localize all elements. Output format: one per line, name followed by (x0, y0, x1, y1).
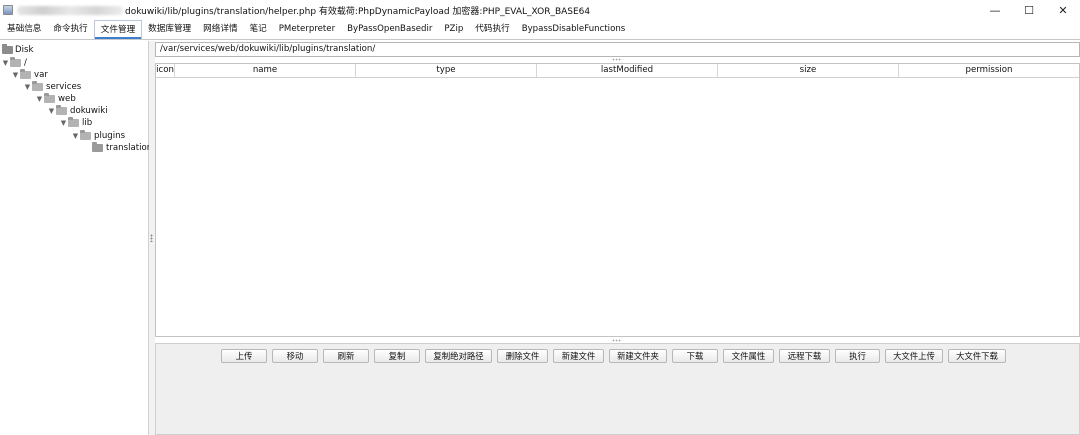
drag-handle-icon[interactable] (150, 234, 153, 242)
tree-node-label: Disk (15, 45, 34, 55)
tree-node-label: services (46, 82, 82, 92)
upload-button[interactable]: 上传 (221, 349, 267, 363)
tree-node-root[interactable]: ▼ / (1, 57, 27, 69)
tree-node-services[interactable]: ▼ services (23, 81, 81, 93)
tree-node-lib[interactable]: ▼ lib (59, 117, 92, 129)
folder-open-icon (68, 117, 79, 127)
chevron-down-icon[interactable]: ▼ (47, 107, 56, 115)
close-button[interactable]: ✕ (1046, 0, 1080, 20)
chevron-down-icon[interactable]: ▼ (35, 95, 44, 103)
folder-open-icon (10, 57, 21, 67)
java-app-icon (3, 5, 13, 15)
tree-node-label: dokuwiki (70, 106, 108, 116)
tree-node-dokuwiki[interactable]: ▼ dokuwiki (47, 105, 108, 117)
title-bar: dokuwiki/lib/plugins/translation/helper.… (0, 0, 1080, 20)
action-button-panel: 上传 移动 刷新 复制 复制绝对路径 删除文件 新建文件 新建文件夹 下载 文件… (155, 343, 1080, 435)
file-properties-button[interactable]: 文件属性 (723, 349, 774, 363)
tree-node-label: plugins (94, 131, 126, 141)
directory-tree: Disk ▼ / ▼ var ▼ services ▼ web ▼ dokuwi… (0, 41, 152, 435)
tree-node-disk[interactable]: Disk (2, 44, 33, 56)
folder-open-icon (80, 130, 91, 140)
tree-node-label: translation (106, 143, 153, 153)
copy-button[interactable]: 复制 (374, 349, 420, 363)
refresh-button[interactable]: 刷新 (323, 349, 369, 363)
tab-bypass-disable-functions[interactable]: BypassDisableFunctions (516, 20, 632, 39)
folder-open-icon (32, 81, 43, 91)
file-panel: /var/services/web/dokuwiki/lib/plugins/t… (155, 41, 1080, 435)
tree-node-var[interactable]: ▼ var (11, 69, 48, 81)
minimize-button[interactable]: — (978, 0, 1012, 20)
tab-code-exec[interactable]: 代码执行 (469, 20, 515, 39)
folder-open-icon (44, 93, 55, 103)
chevron-down-icon[interactable]: ▼ (59, 119, 68, 127)
table-header: icon name type lastModified size permiss… (156, 64, 1079, 78)
tree-node-label: lib (82, 118, 93, 128)
window-controls: — ☐ ✕ (978, 0, 1080, 20)
tab-command-exec[interactable]: 命令执行 (47, 20, 93, 39)
folder-icon (2, 44, 13, 54)
column-header-name[interactable]: name (175, 64, 356, 77)
column-header-permission[interactable]: permission (899, 64, 1079, 77)
redacted-host (17, 5, 123, 15)
tab-pmeterpreter[interactable]: PMeterpreter (273, 20, 341, 39)
delete-file-button[interactable]: 删除文件 (497, 349, 548, 363)
chevron-down-icon[interactable]: ▼ (71, 132, 80, 140)
folder-icon (92, 142, 103, 152)
tab-file-manager[interactable]: 文件管理 (93, 20, 143, 39)
tree-node-label: var (34, 70, 48, 80)
remote-download-button[interactable]: 远程下载 (779, 349, 830, 363)
folder-open-icon (56, 105, 67, 115)
chevron-down-icon[interactable]: ▼ (23, 83, 32, 91)
tree-node-label: / (24, 58, 27, 68)
tab-basic-info[interactable]: 基础信息 (1, 20, 47, 39)
maximize-button[interactable]: ☐ (1012, 0, 1046, 20)
action-button-row: 上传 移动 刷新 复制 复制绝对路径 删除文件 新建文件 新建文件夹 下载 文件… (221, 349, 1006, 363)
new-file-button[interactable]: 新建文件 (553, 349, 604, 363)
chevron-down-icon[interactable]: ▼ (11, 71, 20, 79)
drag-handle-icon[interactable] (612, 339, 622, 342)
tab-pzip[interactable]: PZip (438, 20, 469, 39)
chevron-down-icon[interactable]: ▼ (1, 59, 10, 67)
tab-network-details[interactable]: 网络详情 (197, 20, 243, 39)
large-file-download-button[interactable]: 大文件下载 (948, 349, 1006, 363)
tab-bar: 基础信息 命令执行 文件管理 数据库管理 网络详情 笔记 PMeterprete… (0, 20, 1080, 40)
path-input[interactable]: /var/services/web/dokuwiki/lib/plugins/t… (155, 42, 1080, 57)
folder-open-icon (20, 69, 31, 79)
tree-node-label: web (58, 94, 76, 104)
new-folder-button[interactable]: 新建文件夹 (609, 349, 667, 363)
tree-node-translation[interactable]: translation (92, 142, 152, 154)
tab-database-manager[interactable]: 数据库管理 (142, 20, 197, 39)
drag-handle-icon[interactable] (612, 58, 622, 61)
tree-node-web[interactable]: ▼ web (35, 93, 76, 105)
download-button[interactable]: 下载 (672, 349, 718, 363)
column-header-size[interactable]: size (718, 64, 899, 77)
tab-bypass-openbasedir[interactable]: ByPassOpenBasedir (341, 20, 438, 39)
tree-node-plugins[interactable]: ▼ plugins (71, 130, 125, 142)
move-button[interactable]: 移动 (272, 349, 318, 363)
column-header-last-modified[interactable]: lastModified (537, 64, 718, 77)
column-header-icon[interactable]: icon (156, 64, 175, 77)
window-title: dokuwiki/lib/plugins/translation/helper.… (125, 6, 591, 17)
tab-notes[interactable]: 笔记 (244, 20, 273, 39)
copy-absolute-path-button[interactable]: 复制绝对路径 (425, 349, 492, 363)
column-header-type[interactable]: type (356, 64, 537, 77)
file-table[interactable]: icon name type lastModified size permiss… (155, 63, 1080, 337)
execute-button[interactable]: 执行 (835, 349, 880, 363)
large-file-upload-button[interactable]: 大文件上传 (885, 349, 943, 363)
